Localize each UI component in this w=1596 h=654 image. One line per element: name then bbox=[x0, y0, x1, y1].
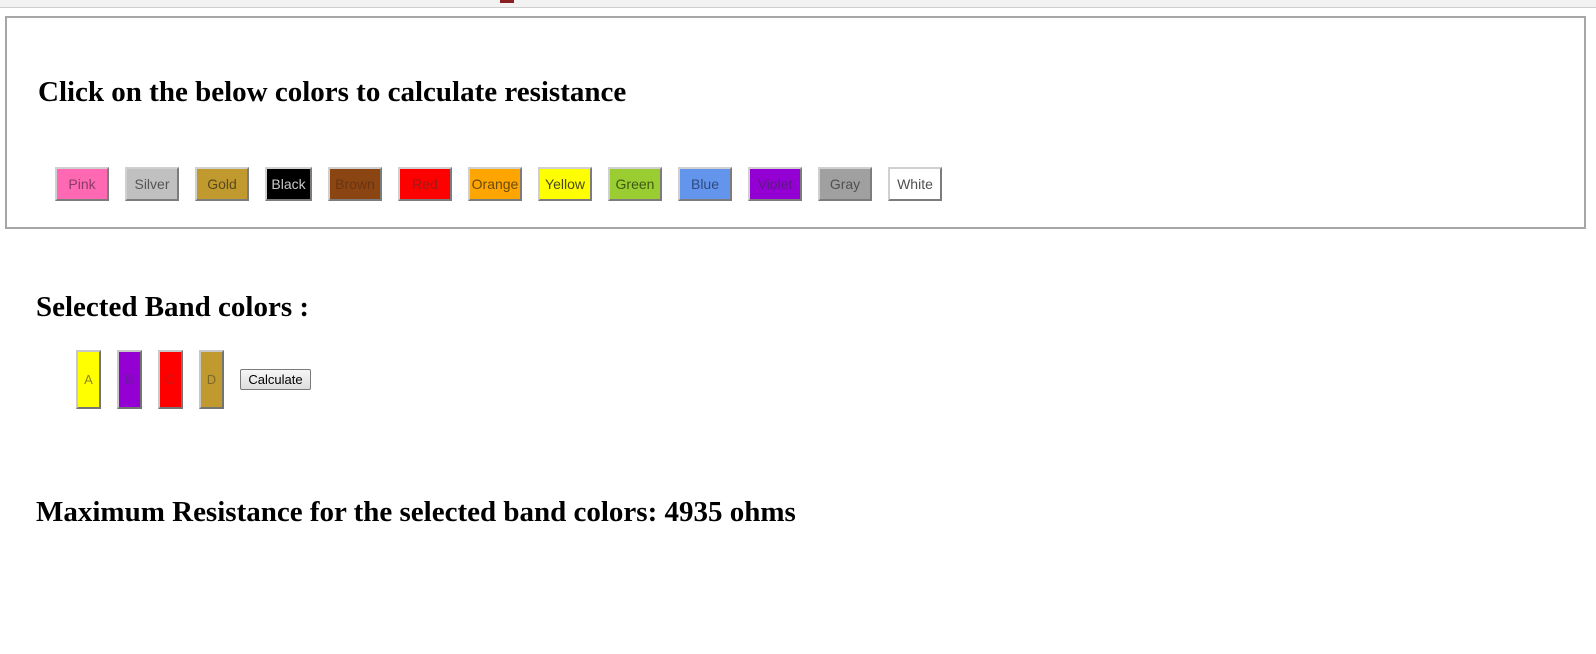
color-button-green[interactable]: Green bbox=[608, 167, 662, 201]
color-button-pink[interactable]: Pink bbox=[55, 167, 109, 201]
color-button-gold[interactable]: Gold bbox=[195, 167, 249, 201]
selected-bands-heading: Selected Band colors : bbox=[36, 291, 310, 323]
color-button-blue[interactable]: Blue bbox=[678, 167, 732, 201]
panel-title: Click on the below colors to calculate r… bbox=[38, 76, 627, 108]
resistance-result: Maximum Resistance for the selected band… bbox=[36, 496, 796, 528]
calculate-button[interactable]: Calculate bbox=[240, 369, 311, 390]
color-button-violet[interactable]: Violet bbox=[748, 167, 802, 201]
band-a[interactable]: A bbox=[76, 350, 101, 409]
color-button-yellow[interactable]: Yellow bbox=[538, 167, 592, 201]
color-button-gray[interactable]: Gray bbox=[818, 167, 872, 201]
color-button-black[interactable]: Black bbox=[265, 167, 312, 201]
color-button-brown[interactable]: Brown bbox=[328, 167, 382, 201]
color-button-orange[interactable]: Orange bbox=[468, 167, 522, 201]
color-button-silver[interactable]: Silver bbox=[125, 167, 179, 201]
band-c[interactable]: C bbox=[158, 350, 183, 409]
color-button-white[interactable]: White bbox=[888, 167, 942, 201]
color-button-red[interactable]: Red bbox=[398, 167, 452, 201]
top-strip-marker bbox=[500, 0, 514, 3]
band-d[interactable]: D bbox=[199, 350, 224, 409]
band-b[interactable]: B bbox=[117, 350, 142, 409]
browser-top-strip bbox=[0, 0, 1596, 8]
